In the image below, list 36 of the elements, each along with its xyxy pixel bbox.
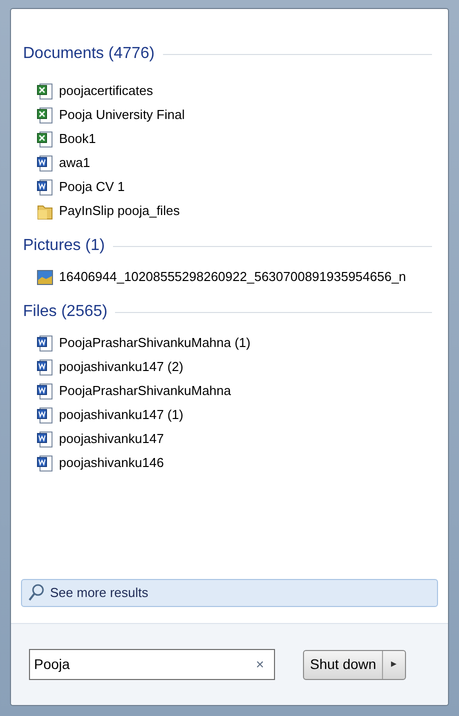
folder-icon [37, 202, 53, 220]
search-result-item[interactable]: PayInSlip pooja_files [37, 199, 436, 223]
search-result-item[interactable]: poojashivanku147 [37, 427, 436, 451]
image-file-icon [37, 270, 53, 284]
search-result-item[interactable]: poojashivanku146 [37, 451, 436, 475]
search-result-item[interactable]: Pooja University Final [37, 103, 436, 127]
search-result-item[interactable]: 16406944_10208555298260922_5630700891935954656_n [37, 265, 436, 289]
shut-down-options-button[interactable]: ▸ [383, 650, 406, 678]
search-field[interactable]: Pooja × [29, 649, 275, 680]
search-result-item[interactable]: poojacertificates [37, 79, 436, 103]
search-result-item[interactable]: poojashivanku147 (2) [37, 355, 436, 379]
shut-down-button[interactable]: Shut down [304, 650, 384, 678]
group-heading: Documents (4776) [23, 44, 155, 64]
document-file-icon [37, 382, 53, 400]
search-text: Pooja [34, 655, 71, 674]
document-file-icon [37, 178, 53, 196]
document-file-icon [37, 406, 53, 424]
see-more-results-button[interactable]: See more results [21, 579, 438, 607]
document-file-icon [37, 334, 53, 352]
spreadsheet-file-icon [37, 130, 53, 148]
search-icon [28, 584, 44, 602]
search-result-item[interactable]: Pooja CV 1 [37, 175, 436, 199]
search-result-item[interactable]: poojashivanku147 (1) [37, 403, 436, 427]
clear-search-button[interactable]: × [250, 654, 270, 675]
group-heading: Pictures (1) [23, 236, 105, 256]
search-result-item[interactable]: awa1 [37, 151, 436, 175]
search-result-item[interactable]: Book1 [37, 127, 436, 151]
group-heading: Files (2565) [23, 302, 108, 322]
spreadsheet-file-icon [37, 82, 53, 100]
search-result-item[interactable]: PoojaPrasharShivankuMahna [37, 379, 436, 403]
spreadsheet-file-icon [37, 106, 53, 124]
document-file-icon [37, 430, 53, 448]
document-file-icon [37, 454, 53, 472]
search-result-item[interactable]: PoojaPrasharShivankuMahna (1) [37, 331, 436, 355]
document-file-icon [37, 358, 53, 376]
document-file-icon [37, 154, 53, 172]
